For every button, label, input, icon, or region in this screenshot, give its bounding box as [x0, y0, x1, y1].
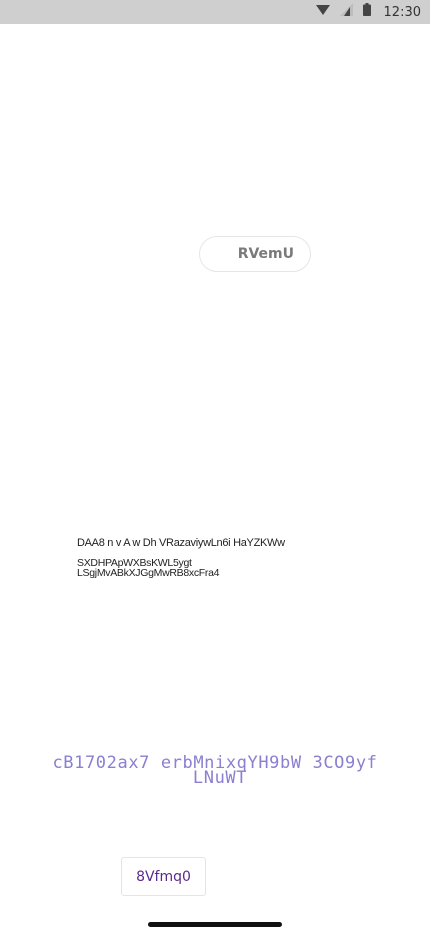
signal-icon: [339, 3, 353, 21]
status-time: 12:30: [383, 4, 421, 20]
text-line-1: DAA8 n v A w Dh VRazaviywLn6i HaYZKWw: [77, 537, 285, 549]
8vfmq0-button-label: 8Vfmq0: [136, 868, 191, 885]
status-bar: 12:30: [0, 0, 430, 24]
rvemu-button[interactable]: RVemU: [199, 236, 311, 272]
text-block: DAA8 n v A w Dh VRazaviywLn6i HaYZKWw SX…: [77, 537, 377, 578]
wifi-icon: [315, 3, 330, 21]
8vfmq0-button[interactable]: 8Vfmq0: [121, 857, 206, 896]
purple-text[interactable]: cB1702ax7 erbMnixqYH9bW 3CO9yf LNuWT: [0, 755, 430, 788]
battery-icon: [362, 3, 371, 21]
text-line-3: LSgjMvABkXJGgMwRB8xcFra4: [77, 567, 220, 579]
rvemu-button-label: RVemU: [237, 246, 294, 262]
purple-text-line-2: LNuWT: [192, 768, 248, 788]
home-indicator[interactable]: [148, 922, 282, 927]
status-icons: 12:30: [315, 0, 421, 24]
